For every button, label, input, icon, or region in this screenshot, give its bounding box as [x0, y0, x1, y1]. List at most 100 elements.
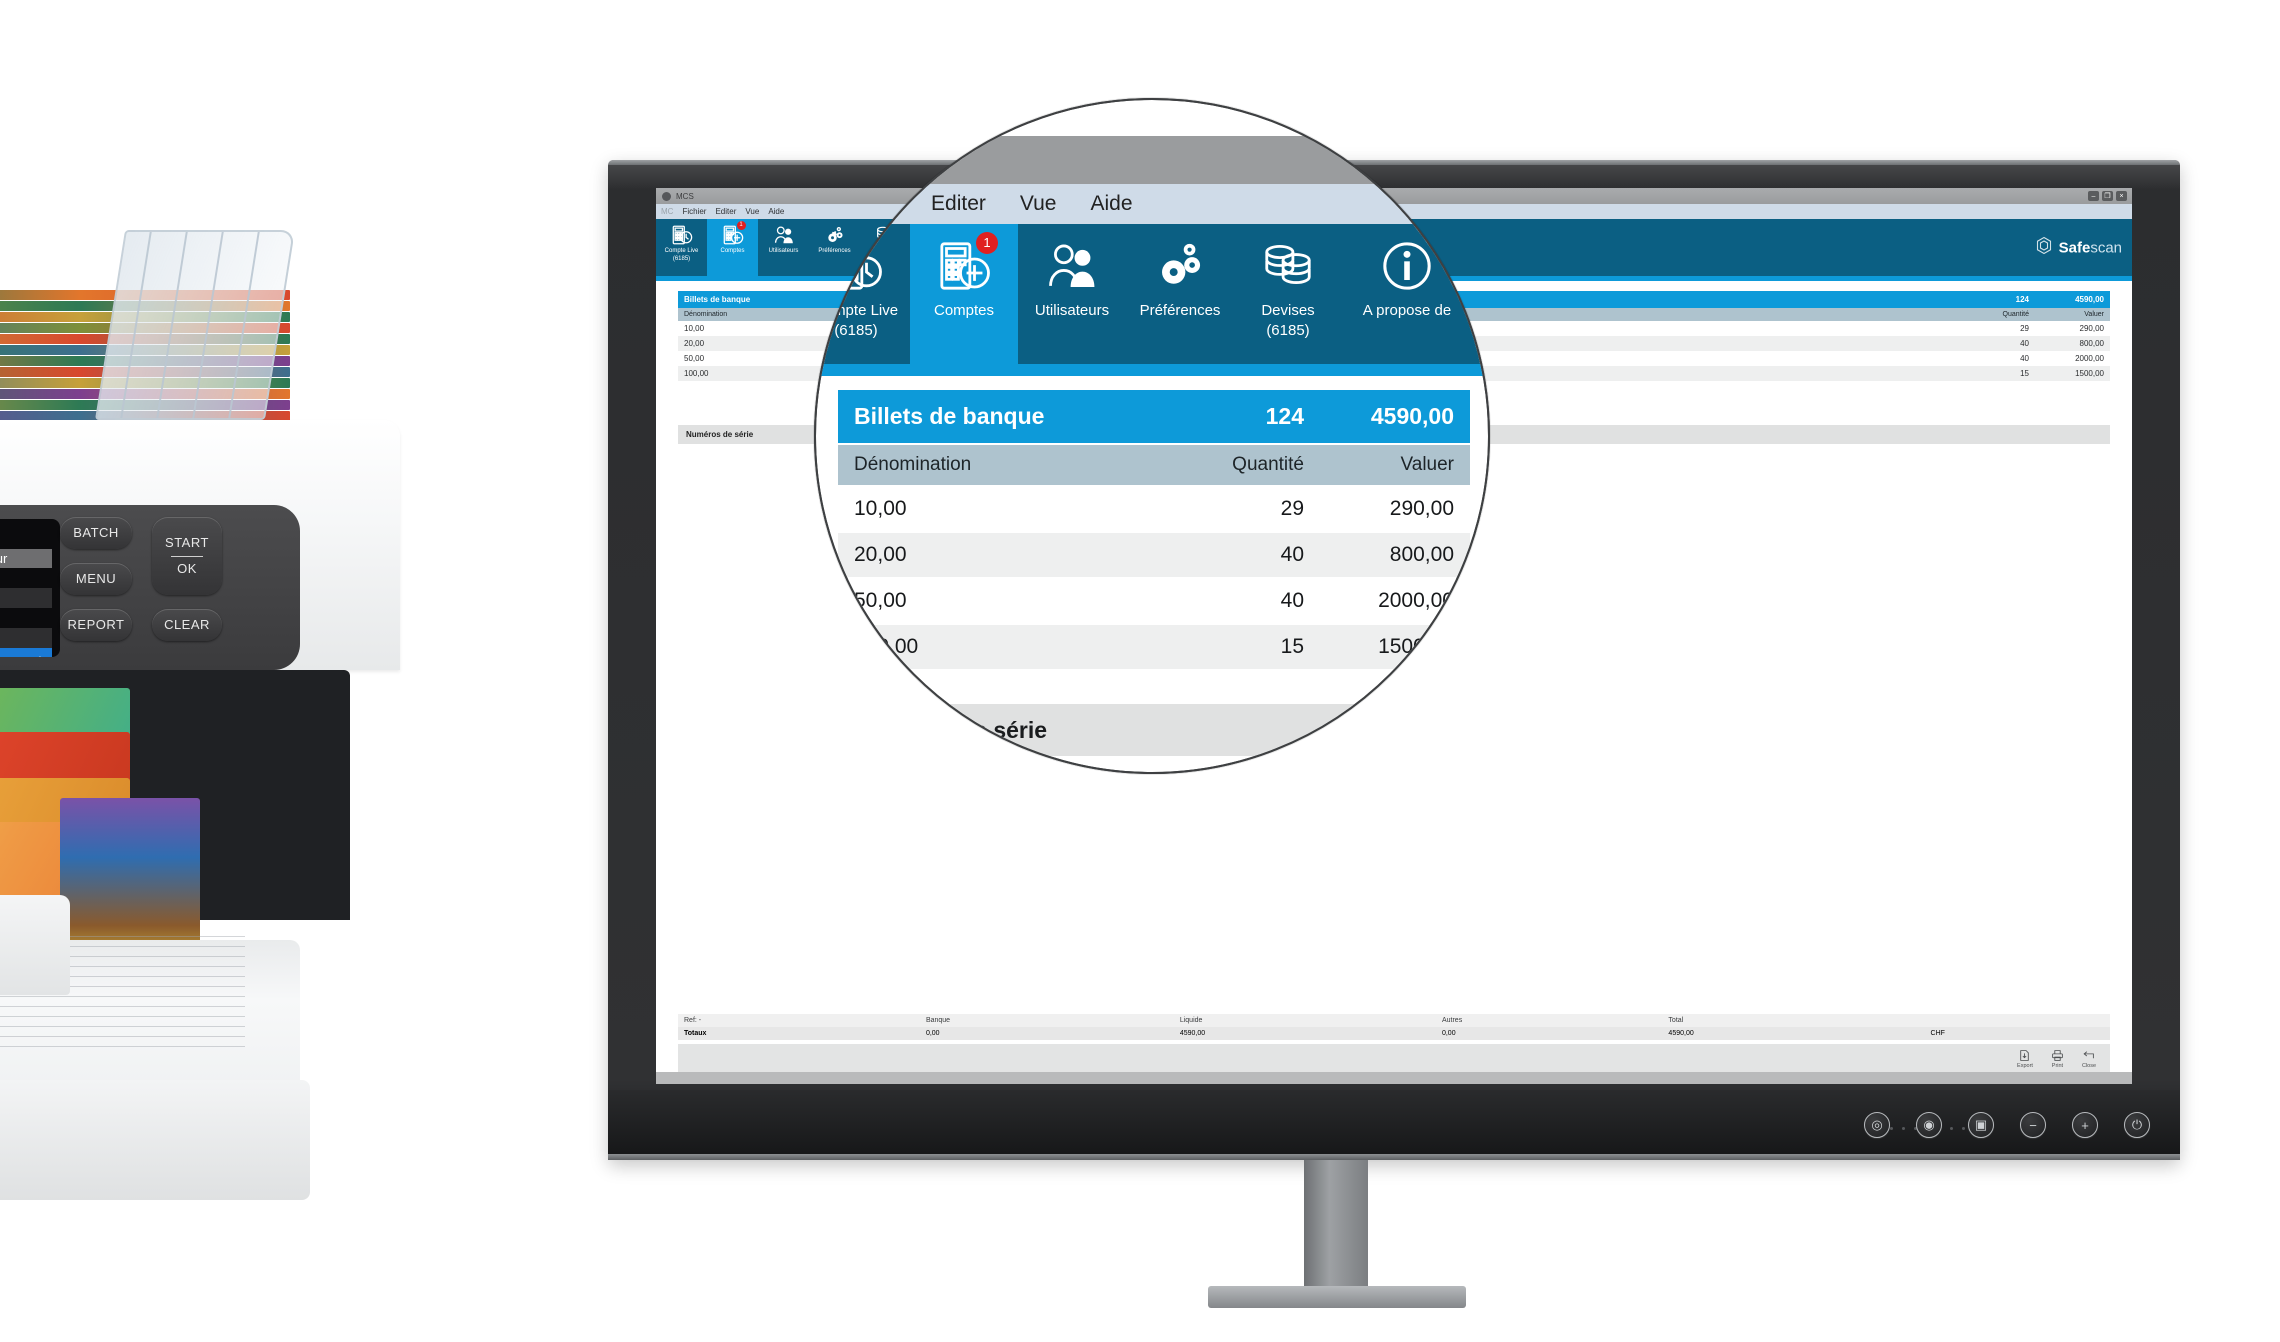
col-header-value: Valuer [1320, 445, 1470, 485]
nav-label: Compte Live [664, 248, 699, 254]
minimize-icon[interactable]: – [2088, 191, 2099, 201]
magnified-navbar: Compte Live (6185) 1 Comptes Utilisateur… [814, 224, 1488, 364]
totals-ref: Ref: - [678, 1014, 920, 1027]
lcd-value: 1.050 [0, 610, 30, 626]
users-icon [1044, 238, 1100, 294]
cell-value: 2000,00 [1320, 579, 1470, 623]
menu-item-editer[interactable]: Editer [715, 207, 736, 216]
lcd-value: 320 [0, 590, 30, 606]
nav-tab-compte-live[interactable]: Compte Live (6185) [656, 219, 707, 276]
counts-add-icon: 1 [722, 221, 746, 246]
magnified-nav-tab-a-propose-de[interactable]: A propose de [1342, 224, 1472, 364]
col-header-quantity: Quantité [1180, 445, 1320, 485]
magnified-nav-tab-comptes[interactable]: 1 Comptes [910, 224, 1018, 364]
nav-label: Devises [1261, 302, 1315, 319]
magnified-nav-tab-devises[interactable]: Devises (6185) [1234, 224, 1342, 364]
cell-value: 1500,00 [1320, 625, 1470, 669]
monitor-bottom-bezel: ◎ ◉ ▣ − + ⏻ [608, 1090, 2180, 1160]
totals-area: Ref: - Banque Liquide Autres Total Totau… [678, 1014, 2110, 1040]
lcd-display: Report Imprimir Unités Valeur 23 230 6 3… [0, 519, 60, 657]
table-row[interactable]: 100,00 15 1500,00 [838, 625, 1470, 669]
osd-plus-icon[interactable]: + [2072, 1112, 2098, 1138]
close-icon[interactable]: × [2116, 191, 2127, 201]
magnified-navbar-underline [816, 364, 1488, 376]
totals-total: 4590,00 [1662, 1027, 1925, 1040]
magnified-menu-item-vue[interactable]: Vue [1020, 192, 1057, 216]
menu-item-fichier[interactable]: Fichier [682, 207, 706, 216]
table-row[interactable]: 10,00 29 290,00 [838, 487, 1470, 531]
machine-base [0, 1080, 310, 1200]
cell-value: 1500,00 [2035, 366, 2110, 381]
totals-values-row: Totaux 0,00 4590,00 0,00 4590,00 CHF [678, 1027, 2110, 1040]
totals-row-label: Totaux [678, 1027, 920, 1040]
info-icon [1379, 238, 1435, 294]
money-counter-machine: Report Imprimir Unités Valeur 23 230 6 3… [0, 230, 500, 1342]
osd-minus-icon[interactable]: − [2020, 1112, 2046, 1138]
users-icon [773, 224, 795, 246]
clear-button[interactable]: CLEAR [152, 609, 222, 641]
cell-value: 800,00 [2035, 336, 2110, 351]
start-ok-button[interactable]: START OK [152, 517, 222, 595]
close-back-icon [2083, 1051, 2095, 1059]
nav-tab-comptes[interactable]: 1 Comptes [707, 219, 758, 276]
osd-power-icon[interactable]: ⏻ [2124, 1112, 2150, 1138]
start-label: START [165, 534, 209, 550]
totals-header-currency [1924, 1014, 2110, 1027]
banknotes-total-quantity: 124 [1180, 390, 1320, 443]
lcd-row: 6 320 [0, 588, 52, 608]
print-label: Print [2051, 1063, 2064, 1069]
col-header-value: Valuer [2035, 308, 2110, 321]
osd-button-2-icon[interactable]: ◉ [1916, 1112, 1942, 1138]
safescan-brand: Safescan [2034, 235, 2122, 260]
table-row[interactable]: 50,00 40 2000,00 [838, 579, 1470, 623]
totals-header-autres: Autres [1435, 1014, 1663, 1027]
notification-badge: 1 [976, 232, 998, 254]
magnified-menu-item-aide[interactable]: Aide [1090, 192, 1132, 216]
menu-button[interactable]: MENU [60, 563, 132, 595]
magnified-menu-item-editer[interactable]: Editer [931, 192, 986, 216]
nav-label: Compte Live [814, 302, 899, 319]
osd-button-1-icon[interactable]: ◎ [1864, 1112, 1890, 1138]
magnified-column-header-row: Dénomination Quantité Valuer [838, 445, 1470, 485]
magnified-nav-tab-compte-live[interactable]: Compte Live (6185) [814, 224, 910, 364]
menu-item-aide[interactable]: Aide [768, 207, 784, 216]
table-row[interactable]: 20,00 40 800,00 [838, 533, 1470, 577]
export-label: Export [2017, 1063, 2033, 1069]
cell-denomination: 50,00 [838, 579, 1180, 623]
hopper-guide [94, 230, 296, 420]
magnified-nav-tab-utilisateurs[interactable]: Utilisateurs [1018, 224, 1126, 364]
safescan-logo-icon [2034, 235, 2054, 260]
lcd-row: 7 1.700 [0, 628, 52, 648]
nav-tab-utilisateurs[interactable]: Utilisateurs [758, 219, 809, 276]
cell-quantity: 40 [2020, 354, 2029, 363]
monitor-stand-foot [1208, 1286, 1466, 1308]
brand-text: Safescan [2059, 239, 2122, 256]
control-panel: Report Imprimir Unités Valeur 23 230 6 3… [0, 505, 300, 670]
lcd-total-value: 3.300 [0, 650, 30, 657]
totals-currency: CHF [1924, 1027, 2110, 1040]
report-button[interactable]: REPORT [60, 609, 132, 641]
export-icon [2020, 1050, 2030, 1061]
close-button[interactable]: Close [2082, 1049, 2096, 1069]
cell-quantity: 29 [2020, 324, 2029, 333]
counts-add-icon: 1 [936, 232, 998, 294]
batch-button[interactable]: BATCH [60, 517, 132, 549]
cell-value: 2000,00 [2075, 354, 2104, 363]
print-button[interactable]: Print [2051, 1049, 2064, 1069]
cell-quantity: 40 [1180, 579, 1320, 623]
menu-item-vue[interactable]: Vue [745, 207, 759, 216]
magnified-nav-tab-preferences[interactable]: Préférences [1126, 224, 1234, 364]
screenshot-root: Report Imprimir Unités Valeur 23 230 6 3… [0, 0, 2280, 1342]
nav-label: Utilisateurs [768, 248, 799, 254]
nav-sublabel: (6185) [834, 321, 878, 339]
osd-menu-icon[interactable]: ▣ [1968, 1112, 1994, 1138]
cell-value: 800,00 [1320, 533, 1470, 577]
maximize-icon[interactable]: ❐ [2102, 191, 2113, 201]
lcd-chevron-slot [30, 570, 52, 586]
cell-denomination: 10,00 [838, 487, 1180, 531]
cell-quantity: 29 [1180, 487, 1320, 531]
banknotes-total-value: 4590,00 [1320, 390, 1470, 443]
notification-badge: 1 [736, 221, 746, 230]
menubar-prefix: MC [661, 207, 674, 216]
export-button[interactable]: Export [2017, 1049, 2033, 1069]
